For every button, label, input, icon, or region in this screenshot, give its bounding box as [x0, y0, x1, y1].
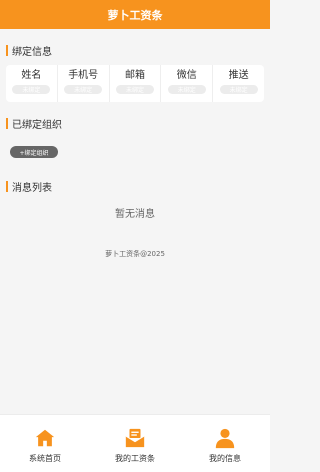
- binding-status-pill: 未绑定: [12, 85, 51, 94]
- bind-org-button[interactable]: +绑定组织: [10, 146, 58, 158]
- user-icon: [215, 428, 235, 449]
- binding-status-pill: 未绑定: [115, 85, 154, 94]
- binding-status-pill: 未绑定: [64, 85, 103, 94]
- section-accent-bar: [6, 117, 8, 129]
- tab-payslip-label: 我的工资条: [115, 454, 155, 463]
- section-accent-bar: [6, 180, 8, 192]
- messages-section-title: 消息列表: [6, 179, 52, 194]
- bottom-tab-bar: 系统首页 我的工资条 我的信息: [0, 414, 270, 472]
- section-accent-bar: [6, 44, 8, 56]
- tab-payslip[interactable]: 我的工资条: [90, 415, 180, 472]
- binding-info-section-title: 绑定信息: [6, 43, 52, 58]
- payslip-icon: [125, 428, 145, 448]
- binding-item-label: 邮箱: [124, 70, 145, 81]
- copyright-text: 萝卜工资条@2025: [105, 250, 165, 258]
- binding-item-wechat[interactable]: 微信 未绑定: [161, 65, 214, 102]
- binding-item-label: 微信: [176, 70, 197, 81]
- binding-item-label: 推送: [228, 70, 249, 81]
- app-header: 萝卜工资条: [0, 0, 270, 29]
- binding-item-name[interactable]: 姓名 未绑定: [6, 65, 58, 102]
- tab-home-label: 系统首页: [29, 454, 61, 463]
- binding-info-card: 姓名 未绑定 手机号 未绑定 邮箱 未绑定 微信 未绑定 推送 未绑定: [6, 65, 264, 102]
- binding-item-push[interactable]: 推送 未绑定: [213, 65, 264, 102]
- binding-status-pill: 未绑定: [167, 85, 206, 94]
- binding-info-title: 绑定信息: [12, 46, 52, 58]
- home-icon: [35, 429, 55, 447]
- messages-title: 消息列表: [12, 182, 52, 194]
- binding-item-email[interactable]: 邮箱 未绑定: [110, 65, 162, 102]
- tab-my-info[interactable]: 我的信息: [180, 415, 270, 472]
- app-title: 萝卜工资条: [107, 8, 163, 22]
- orgs-title: 已绑定组织: [12, 119, 62, 131]
- binding-status-pill: 未绑定: [219, 85, 258, 94]
- binding-item-label: 手机号: [68, 70, 99, 81]
- empty-messages-text: 暂无消息: [115, 209, 155, 220]
- tab-my-info-label: 我的信息: [209, 454, 241, 463]
- binding-item-phone[interactable]: 手机号 未绑定: [58, 65, 110, 102]
- binding-item-label: 姓名: [21, 70, 42, 81]
- tab-home[interactable]: 系统首页: [0, 415, 90, 472]
- orgs-section-title: 已绑定组织: [6, 116, 62, 131]
